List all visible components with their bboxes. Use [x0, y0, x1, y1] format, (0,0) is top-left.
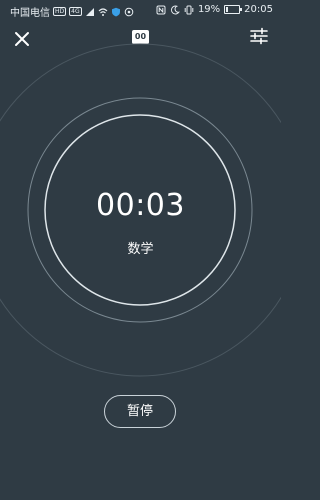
- subject-label: 数学: [127, 242, 154, 257]
- timer-display: 00:03: [96, 188, 185, 223]
- pause-button[interactable]: 暂停: [104, 395, 176, 428]
